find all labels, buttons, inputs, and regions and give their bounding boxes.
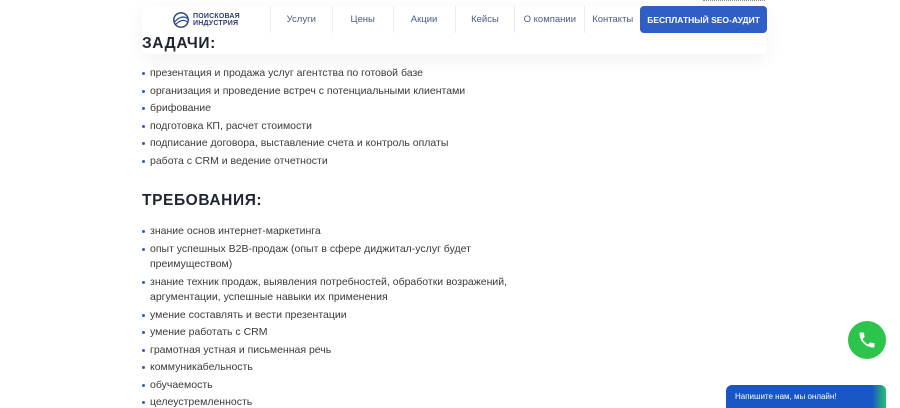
call-button[interactable] <box>848 321 886 359</box>
list-item: подготовка КП, расчет стоимости <box>142 119 465 135</box>
logo-line-1: Поисковая <box>193 12 240 20</box>
list-item: презентация и продажа услуг агентства по… <box>142 66 465 82</box>
logo-line-2: индустрия <box>193 19 239 27</box>
online-chat-widget[interactable]: Напишите нам, мы онлайн! <box>726 385 886 408</box>
nav-contacts[interactable]: Контакты <box>584 6 640 33</box>
nav-cases[interactable]: Кейсы <box>454 6 515 33</box>
free-seo-audit-button[interactable]: Бесплатный SEO-аудит <box>640 6 767 33</box>
requirements-list: знание основ интернет-маркетинга опыт ус… <box>142 224 507 408</box>
nav-promotions[interactable]: Акции <box>392 6 455 33</box>
tasks-title: ЗАДАЧИ: <box>142 35 216 52</box>
dotted-divider <box>703 0 765 2</box>
list-item: опыт успешных B2B-продаж (опыт в сфере д… <box>142 242 507 258</box>
list-item-continuation: преимуществом) <box>150 258 233 270</box>
logo-globe-icon <box>173 11 189 28</box>
logo-text: Поисковая индустрия <box>193 13 240 27</box>
requirements-title: ТРЕБОВАНИЯ: <box>142 192 263 209</box>
list-item: знание основ интернет-маркетинга <box>142 224 507 240</box>
list-item: организация и проведение встреч с потенц… <box>142 84 465 100</box>
list-item: брифование <box>142 101 465 117</box>
list-item: работа с CRM и ведение отчетности <box>142 154 465 170</box>
list-item: коммуникабельность <box>142 360 507 376</box>
logo[interactable]: Поисковая индустрия <box>142 6 270 33</box>
list-item: умение работать с CRM <box>142 325 507 341</box>
list-item: обучаемость <box>142 378 507 394</box>
chat-label: Напишите нам, мы онлайн! <box>735 392 837 401</box>
list-item: целеустремленность <box>142 395 507 408</box>
tasks-list: презентация и продажа услуг агентства по… <box>142 66 465 169</box>
list-item: знание техник продаж, выявления потребно… <box>142 275 507 291</box>
list-item: умение составлять и вести презентации <box>142 308 507 324</box>
site-header: Поисковая индустрия Услуги Цены Акции Ке… <box>142 6 767 54</box>
list-item: подписание договора, выставление счета и… <box>142 136 465 152</box>
list-item: грамотная устная и письменная речь <box>142 343 507 359</box>
phone-icon <box>859 332 875 348</box>
nav-services[interactable]: Услуги <box>269 6 332 33</box>
nav-prices[interactable]: Цены <box>331 6 393 33</box>
nav-about[interactable]: О компании <box>514 6 584 33</box>
list-item-continuation: аргументации, успешные навыки их примене… <box>150 291 388 303</box>
